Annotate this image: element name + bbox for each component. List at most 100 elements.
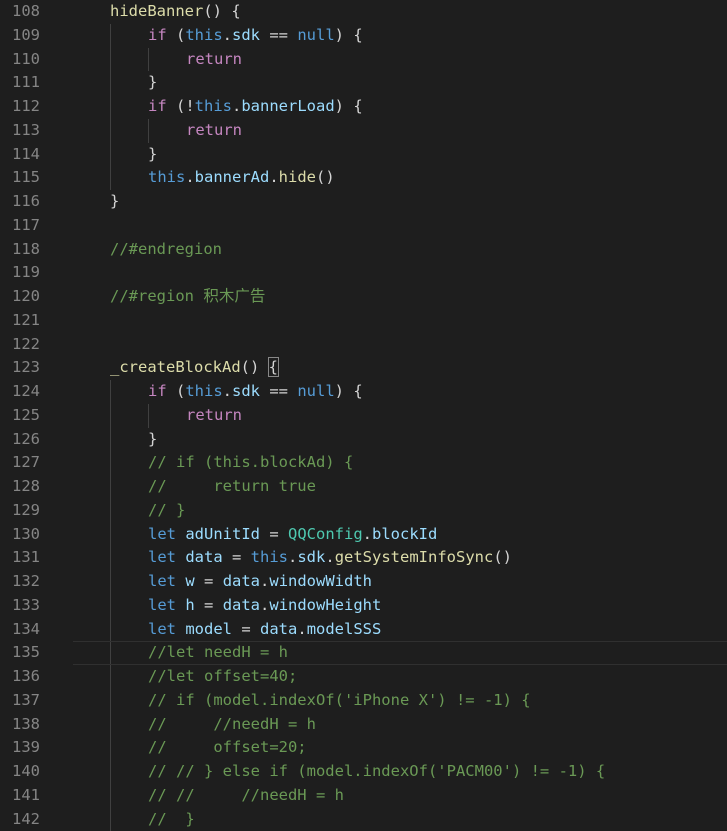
code-line[interactable]: 114} (0, 142, 727, 167)
code-token: modelSSS (306, 619, 382, 638)
code-token: // //needH = h (148, 714, 316, 733)
code-line[interactable]: 111} (0, 71, 727, 95)
code-line[interactable]: 116} (0, 190, 727, 214)
code-text: //let offset=40; (148, 665, 297, 689)
code-text: _createBlockAd() { (110, 356, 280, 380)
code-line[interactable]: 134 let model = data.modelSSS (0, 617, 727, 642)
code-text: let model = data.modelSSS (148, 618, 381, 642)
code-line[interactable]: 133 let h = data.windowHeight (0, 593, 727, 618)
code-token: ) { (334, 25, 363, 44)
code-line[interactable]: 126} (0, 427, 727, 452)
code-token: this (250, 548, 288, 567)
code-token: this (148, 168, 186, 187)
code-token: // if (model.indexOf('iPhone X') != -1) … (148, 690, 531, 709)
line-number: 130 (12, 524, 40, 543)
code-text: // //needH = h (148, 713, 316, 737)
code-line[interactable]: 108 hideBanner() { (0, 0, 727, 24)
line-number: 126 (12, 429, 40, 448)
code-text: return (186, 48, 242, 72)
line-number: 118 (12, 239, 40, 258)
code-line[interactable]: 125 return (0, 403, 727, 428)
code-line[interactable]: 138 // //needH = h (0, 712, 727, 737)
code-line[interactable]: 110 return (0, 47, 727, 72)
code-token: hide (278, 168, 316, 187)
code-line[interactable]: 117 (0, 214, 727, 238)
code-token: = (260, 524, 288, 543)
code-line[interactable]: 112 if (!this.bannerLoad) { (0, 95, 727, 119)
code-token: let (148, 548, 176, 567)
code-token: // if (this.blockAd) { (148, 453, 354, 472)
code-token: this (185, 382, 223, 400)
code-token: let (148, 572, 176, 590)
code-token: data (222, 572, 261, 590)
code-line[interactable]: 130 let adUnitId = QQConfig.blockId (0, 522, 727, 547)
code-token: . (297, 619, 307, 638)
code-text: } (148, 71, 157, 95)
code-line[interactable]: 122 (0, 333, 727, 357)
code-line[interactable]: 120 //#region 积木广告 (0, 285, 727, 309)
code-line[interactable]: 121 (0, 309, 727, 333)
code-token: { (267, 357, 280, 378)
code-token: == (260, 382, 298, 400)
code-line[interactable]: 139 // offset=20; (0, 736, 727, 760)
code-editor[interactable]: 108 hideBanner() {109 if (this.sdk == null… (0, 0, 727, 831)
code-line[interactable]: 124 if (this.sdk == null) { (0, 380, 727, 404)
indent-guide (110, 475, 111, 499)
indent-guide (110, 47, 111, 72)
line-number: 132 (12, 572, 40, 590)
code-line[interactable]: 115 this.bannerAd.hide() (0, 166, 727, 190)
code-token: // } (148, 809, 195, 828)
code-token: if (148, 382, 167, 400)
code-line[interactable]: 119 (0, 261, 727, 285)
code-text: // return true (148, 475, 316, 499)
code-token: . (269, 168, 279, 187)
code-token: hideBanner (110, 2, 204, 20)
indent-guide (110, 807, 111, 831)
code-line[interactable]: 128 // return true (0, 475, 727, 499)
line-number: 108 (12, 2, 40, 20)
indent-guide (110, 451, 111, 475)
code-line[interactable]: 113 return (0, 118, 727, 143)
code-text: this.bannerAd.hide() (148, 166, 335, 190)
code-line[interactable]: 123 _createBlockAd() { (0, 356, 727, 380)
code-token: = (232, 619, 261, 638)
code-token: ( (166, 25, 186, 44)
code-line[interactable]: 135 //let needH = h (0, 641, 727, 665)
code-line[interactable]: 118 //#endregion (0, 238, 727, 262)
line-number: 110 (12, 49, 40, 68)
code-token: // // } else if (model.indexOf('PACM00')… (148, 762, 606, 780)
code-text: hideBanner() { (110, 0, 241, 24)
code-line[interactable]: 137 // if (model.indexOf('iPhone X') != -… (0, 688, 727, 713)
code-token: // } (148, 500, 186, 519)
code-line[interactable]: 109 if (this.sdk == null) { (0, 23, 727, 48)
code-text: let data = this.sdk.getSystemInfoSync() (148, 546, 512, 570)
line-number: 140 (12, 762, 40, 780)
code-token: this (185, 25, 223, 44)
indent-guide (110, 760, 111, 784)
code-token: } (148, 429, 158, 448)
line-number: 124 (12, 382, 40, 400)
code-token: . (222, 25, 233, 44)
code-text: // } (148, 808, 195, 831)
code-line[interactable]: 132 let w = data.windowWidth (0, 570, 727, 594)
code-line[interactable]: 140 // // } else if (model.indexOf('PACM0… (0, 760, 727, 784)
code-token: windowHeight (269, 595, 382, 614)
indent-guide (110, 617, 111, 642)
indent-guide (110, 95, 111, 119)
indent-guide (110, 783, 111, 808)
indent-guide (148, 47, 149, 72)
line-number: 128 (12, 477, 40, 495)
code-line[interactable]: 129 // } (0, 498, 727, 523)
line-number: 119 (12, 263, 40, 282)
code-token: sdk (232, 25, 261, 44)
code-line[interactable]: 127 // if (this.blockAd) { (0, 451, 727, 475)
code-line[interactable]: 142 // } (0, 807, 727, 831)
code-line[interactable]: 136 //let offset=40; (0, 665, 727, 689)
code-line[interactable]: 141 // // //needH = h (0, 783, 727, 808)
code-text: let w = data.windowWidth (148, 570, 372, 594)
code-line[interactable]: 131 let data = this.sdk.getSystemInfoSync… (0, 546, 727, 570)
code-token: if (148, 25, 167, 44)
indent-guide (110, 688, 111, 713)
